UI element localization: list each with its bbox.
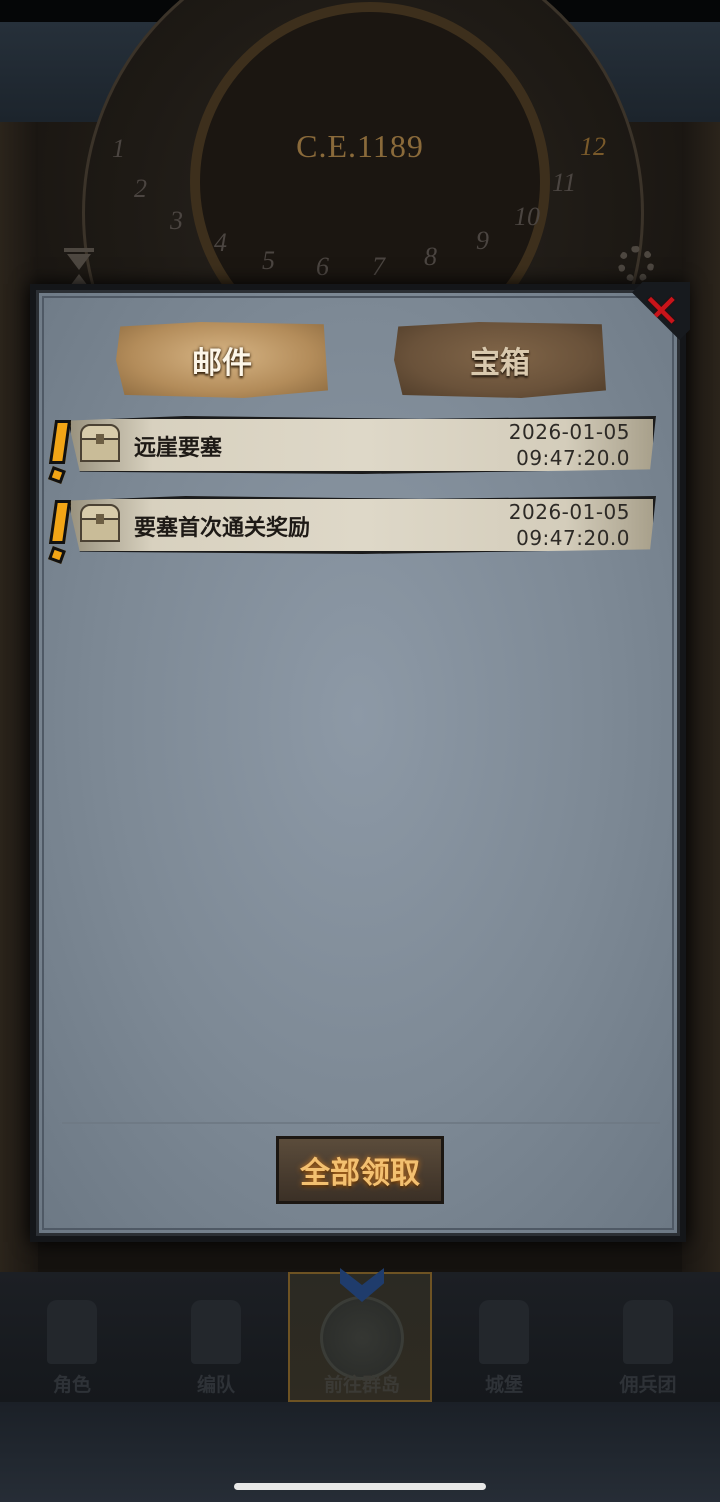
dial-number: 5 [262, 246, 275, 275]
dial-number: 6 [316, 252, 329, 281]
claim-all-button[interactable]: 全部领取 [276, 1136, 444, 1204]
alert-icon [48, 420, 72, 484]
nav-label: 角色 [52, 1374, 91, 1396]
mail-time: 09:47:20.0 [516, 526, 630, 550]
knight-icon [47, 1300, 97, 1364]
mail-title: 远崖要塞 [134, 436, 223, 461]
dial-number: 3 [170, 206, 183, 235]
dial-number: 12 [580, 132, 606, 161]
dial-number: 2 [134, 174, 147, 203]
footer-divider [62, 1122, 660, 1124]
banner-icon [623, 1300, 673, 1364]
tab-chest[interactable]: 宝箱 [394, 322, 606, 398]
chest-icon [78, 504, 122, 544]
era-label: C.E.1189 [296, 128, 424, 164]
dial-number: 7 [372, 252, 385, 281]
nav-label: 前往群岛 [323, 1374, 400, 1396]
nav-item-character[interactable]: 角色 [0, 1272, 144, 1402]
nav-item-islands[interactable]: 前往群岛 [288, 1268, 432, 1402]
nav-label: 城堡 [484, 1374, 523, 1396]
dial-number: 1 [112, 134, 125, 163]
mail-date: 2026-01-05 [508, 420, 630, 444]
gear-icon[interactable] [618, 246, 654, 282]
nav-label: 佣兵团 [619, 1374, 677, 1396]
tab-mail-label: 邮件 [192, 346, 252, 381]
tab-mail[interactable]: 邮件 [116, 322, 328, 398]
chest-icon [78, 424, 122, 464]
mail-title: 要塞首次通关奖励 [134, 516, 311, 541]
compass-icon [320, 1296, 404, 1380]
dial-number: 4 [214, 228, 227, 257]
dial-number: 10 [514, 202, 540, 231]
nav-item-formation[interactable]: 编队 [144, 1272, 288, 1402]
dial-number: 9 [476, 226, 489, 255]
nav-item-castle[interactable]: 城堡 [432, 1272, 576, 1402]
mail-date: 2026-01-05 [508, 500, 630, 524]
nav-item-mercenary[interactable]: 佣兵团 [576, 1272, 720, 1402]
dial-number: 11 [552, 168, 577, 197]
dial-number: 8 [424, 242, 437, 271]
alert-icon [48, 500, 72, 564]
castle-icon [479, 1300, 529, 1364]
chevrons-icon [340, 1268, 384, 1302]
mail-time: 09:47:20.0 [516, 446, 630, 470]
nav-label: 编队 [196, 1374, 235, 1396]
claim-all-label: 全部领取 [300, 1156, 420, 1191]
bottom-nav: 角色 编队 前往群岛 城堡 佣兵团 [0, 1268, 720, 1402]
tab-chest-label: 宝箱 [470, 346, 530, 381]
helmet-icon [191, 1300, 241, 1364]
home-indicator[interactable] [234, 1483, 486, 1490]
